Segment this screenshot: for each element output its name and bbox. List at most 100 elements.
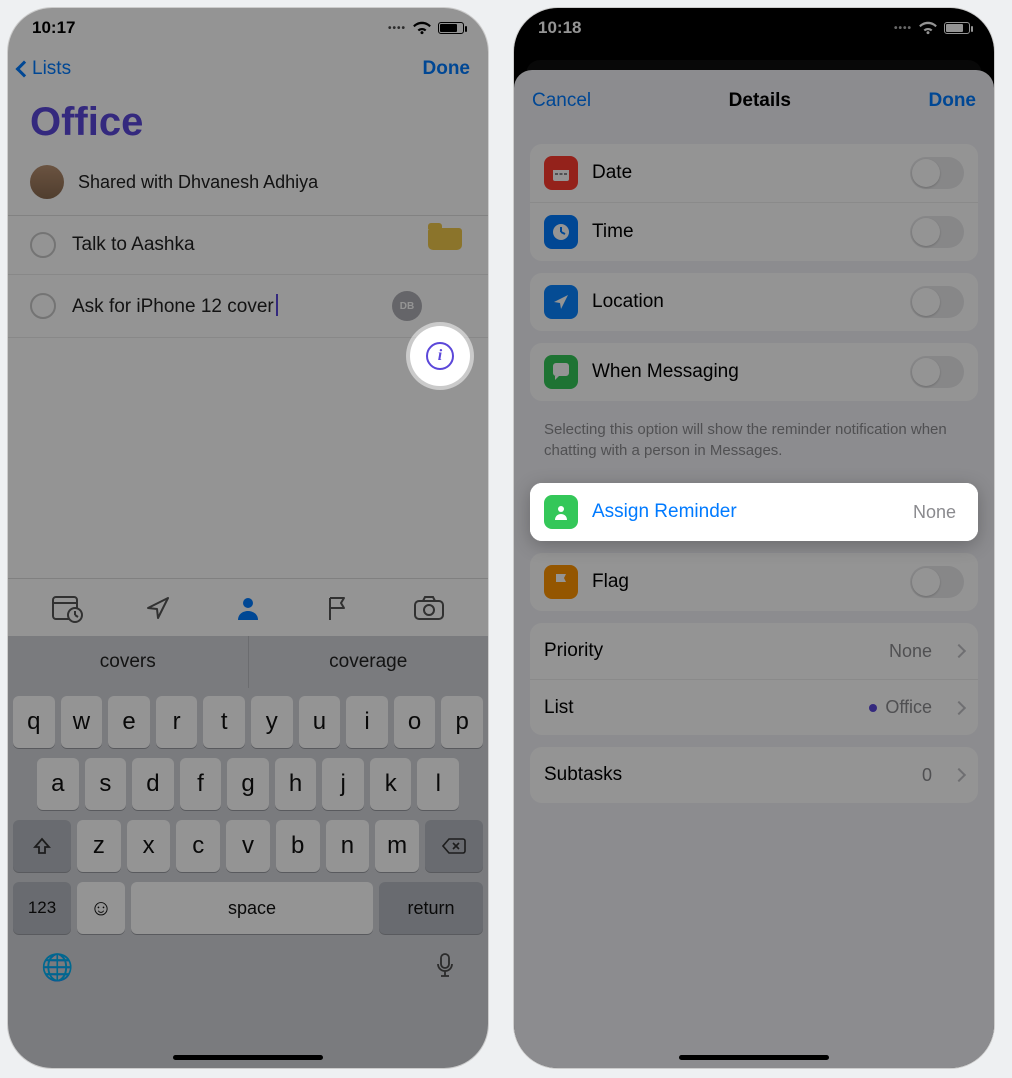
- toggle[interactable]: [910, 286, 964, 318]
- camera-icon[interactable]: [412, 591, 446, 625]
- cell-signal-icon: ••••: [388, 23, 406, 34]
- done-button[interactable]: Done: [423, 58, 471, 80]
- home-indicator[interactable]: [679, 1055, 829, 1060]
- assignee-chip[interactable]: DB: [392, 291, 422, 321]
- shared-with-label: Shared with Dhvanesh Adhiya: [78, 172, 318, 193]
- key-e[interactable]: e: [108, 696, 150, 748]
- reminder-text[interactable]: Talk to Aashka: [72, 234, 416, 256]
- key-x[interactable]: x: [127, 820, 171, 872]
- list-color-dot: [869, 704, 877, 712]
- key-s[interactable]: s: [85, 758, 127, 810]
- group-assign: Assign Reminder None: [530, 483, 978, 541]
- key-q[interactable]: q: [13, 696, 55, 748]
- calendar-clock-icon[interactable]: [50, 591, 84, 625]
- cell-subtasks[interactable]: Subtasks 0: [530, 747, 978, 803]
- group-subtasks: Subtasks 0: [530, 747, 978, 803]
- done-button[interactable]: Done: [929, 90, 977, 112]
- clock-icon: [544, 215, 578, 249]
- complete-circle[interactable]: [30, 232, 56, 258]
- group-messaging: When Messaging: [530, 343, 978, 401]
- reminder-row[interactable]: Talk to Aashka: [8, 216, 488, 275]
- key-o[interactable]: o: [394, 696, 436, 748]
- key-p[interactable]: p: [441, 696, 483, 748]
- cell-flag[interactable]: Flag: [530, 553, 978, 611]
- key-l[interactable]: l: [417, 758, 459, 810]
- calendar-icon: [544, 156, 578, 190]
- key-n[interactable]: n: [326, 820, 370, 872]
- key-k[interactable]: k: [370, 758, 412, 810]
- info-button[interactable]: i: [410, 326, 470, 386]
- location-arrow-icon[interactable]: [141, 591, 175, 625]
- key-j[interactable]: j: [322, 758, 364, 810]
- cell-signal-icon: ••••: [894, 23, 912, 34]
- cell-time[interactable]: Time: [530, 202, 978, 261]
- key-u[interactable]: u: [299, 696, 341, 748]
- return-key[interactable]: return: [379, 882, 483, 934]
- key-m[interactable]: m: [375, 820, 419, 872]
- key-b[interactable]: b: [276, 820, 320, 872]
- space-key[interactable]: space: [131, 882, 373, 934]
- flag-icon[interactable]: [321, 591, 355, 625]
- group-location: Location: [530, 273, 978, 331]
- cell-priority[interactable]: Priority None: [530, 623, 978, 679]
- mic-icon[interactable]: [435, 952, 455, 983]
- message-icon: [544, 355, 578, 389]
- cell-location[interactable]: Location: [530, 273, 978, 331]
- key-h[interactable]: h: [275, 758, 317, 810]
- avatar: [30, 165, 64, 199]
- key-r[interactable]: r: [156, 696, 198, 748]
- chevron-right-icon: [952, 700, 966, 714]
- reminder-text[interactable]: Ask for iPhone 12 cover: [72, 294, 380, 318]
- cell-assign-reminder[interactable]: Assign Reminder None: [530, 483, 978, 541]
- wifi-icon: [918, 21, 938, 35]
- battery-icon: [438, 22, 464, 34]
- cell-list[interactable]: List Office: [530, 679, 978, 735]
- key-y[interactable]: y: [251, 696, 293, 748]
- details-sheet: Cancel Details Done Date Time: [514, 70, 994, 1068]
- complete-circle[interactable]: [30, 293, 56, 319]
- list-title: Office: [8, 90, 488, 163]
- sheet-title: Details: [729, 90, 791, 112]
- globe-icon[interactable]: 🌐: [41, 952, 73, 983]
- cancel-button[interactable]: Cancel: [532, 90, 591, 112]
- key-t[interactable]: t: [203, 696, 245, 748]
- emoji-key[interactable]: ☺: [77, 882, 125, 934]
- toggle[interactable]: [910, 216, 964, 248]
- quick-toolbar: [8, 578, 488, 636]
- person-icon[interactable]: [231, 591, 265, 625]
- toggle[interactable]: [910, 157, 964, 189]
- status-time: 10:17: [32, 18, 75, 38]
- key-v[interactable]: v: [226, 820, 270, 872]
- delete-key[interactable]: [425, 820, 483, 872]
- help-text: Selecting this option will show the remi…: [514, 413, 994, 471]
- key-g[interactable]: g: [227, 758, 269, 810]
- text-cursor: [276, 294, 278, 316]
- sheet-nav: Cancel Details Done: [514, 70, 994, 132]
- key-f[interactable]: f: [180, 758, 222, 810]
- suggestion[interactable]: covers: [8, 636, 248, 688]
- reminder-row[interactable]: Ask for iPhone 12 cover DB: [8, 275, 488, 338]
- left-screenshot: 10:17 •••• Lists Done Office Shared with…: [8, 8, 488, 1068]
- group-flag: Flag: [530, 553, 978, 611]
- shared-with-row[interactable]: Shared with Dhvanesh Adhiya: [8, 163, 488, 216]
- cell-date[interactable]: Date: [530, 144, 978, 202]
- key-z[interactable]: z: [77, 820, 121, 872]
- key-a[interactable]: a: [37, 758, 79, 810]
- symbols-key[interactable]: 123: [13, 882, 71, 934]
- key-d[interactable]: d: [132, 758, 174, 810]
- home-indicator[interactable]: [173, 1055, 323, 1060]
- key-w[interactable]: w: [61, 696, 103, 748]
- key-i[interactable]: i: [346, 696, 388, 748]
- shift-key[interactable]: [13, 820, 71, 872]
- keyboard: q w e r t y u i o p a s d f g h j k l: [8, 688, 488, 1068]
- status-time: 10:18: [538, 18, 581, 38]
- chevron-right-icon: [952, 768, 966, 782]
- toggle[interactable]: [910, 566, 964, 598]
- group-meta: Priority None List Office: [530, 623, 978, 735]
- cell-when-messaging[interactable]: When Messaging: [530, 343, 978, 401]
- key-c[interactable]: c: [176, 820, 220, 872]
- person-icon: [544, 495, 578, 529]
- toggle[interactable]: [910, 356, 964, 388]
- suggestion[interactable]: coverage: [248, 636, 489, 688]
- back-button[interactable]: Lists: [18, 58, 71, 80]
